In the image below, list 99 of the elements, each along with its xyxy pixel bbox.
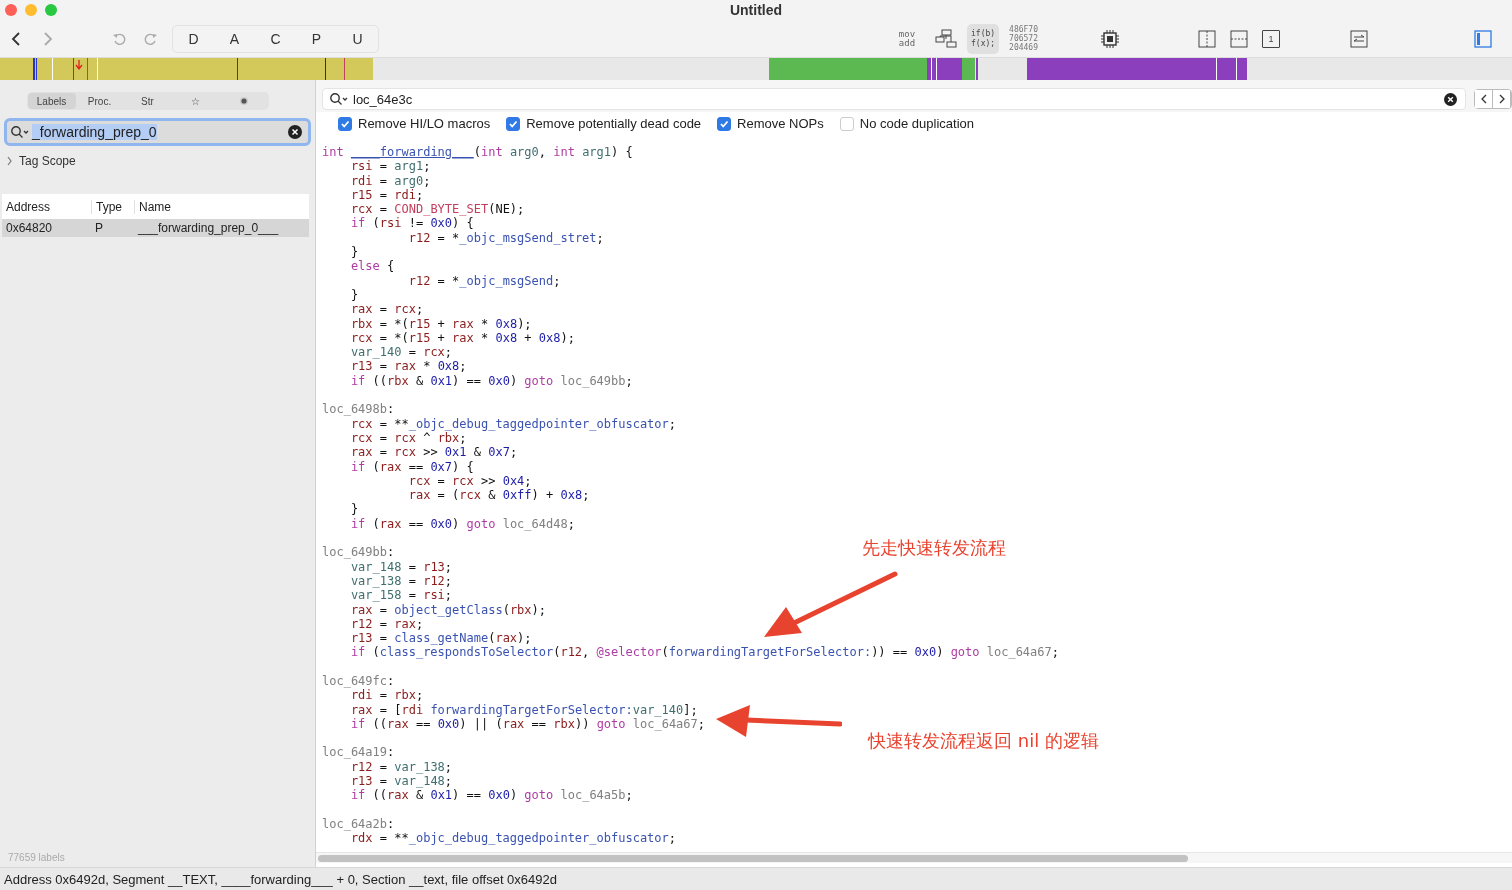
code-line: if ((rbx & 0x1) == 0x0) goto loc_649bb; — [350, 373, 633, 389]
status-bar: Address 0x6492d, Segment __TEXT, ____forwarding___ + 0, Section __text, file offset 0x6492d — [0, 867, 1512, 890]
search-icon[interactable] — [329, 92, 349, 106]
code-line: r12 = *_objc_msgSend_stret; — [408, 230, 604, 246]
code-line: r13 = rax * 0x8; — [350, 359, 467, 374]
option-label: No code duplication — [859, 116, 974, 131]
code-line: rcx = **_objc_debug_taggedpointer_obfuscator; — [350, 416, 677, 431]
code-line: if ((rax == 0x0) || (rax == rbx)) goto loc_64a67; — [350, 716, 706, 732]
split-vertical-icon[interactable] — [1198, 29, 1216, 48]
checkmark-icon — [340, 118, 350, 129]
asm-view-button[interactable]: mov add — [891, 23, 923, 54]
code-line: rax = rcx; — [350, 302, 424, 317]
code-line: r12 = *_objc_msgSend; — [408, 273, 561, 288]
code-line: loc_64a19: — [322, 745, 395, 760]
chip-icon[interactable] — [1100, 28, 1120, 49]
chevron-right-icon — [1497, 94, 1506, 104]
column-header[interactable]: Name — [134, 199, 309, 214]
previous-button[interactable] — [1475, 90, 1493, 108]
next-button[interactable] — [1493, 90, 1511, 108]
code-line: rdx = **_objc_debug_taggedpointer_obfuscator; — [350, 831, 677, 846]
chevron-left-icon — [1479, 94, 1488, 104]
code-line: var_138 = r12; — [350, 573, 453, 589]
code-line: rdi = rbx; — [350, 688, 424, 703]
code-line: r13 = class_getName(rax); — [350, 631, 532, 646]
code-line: if (rax == 0x7) { — [350, 459, 474, 474]
option-label: Remove HI/LO macros — [358, 116, 491, 131]
checkbox[interactable] — [506, 116, 521, 131]
single-view-button[interactable]: 1 — [1262, 29, 1280, 48]
code-line: rdi = arg0; — [350, 173, 431, 188]
option-label: Remove potentially dead code — [526, 116, 702, 131]
code-line: r12 = rax; — [350, 616, 424, 632]
column-header[interactable]: Address — [2, 199, 91, 214]
clear-icon[interactable] — [288, 125, 302, 139]
sidebar-tab[interactable]: ☆ — [171, 93, 220, 109]
code-line: rcx = COND_BYTE_SET(NE); — [350, 202, 525, 217]
toolbar-button[interactable]: U — [337, 25, 378, 52]
code-line: if ((rax & 0x1) == 0x0) goto loc_64a5b; — [350, 788, 633, 803]
horizontal-scrollbar[interactable] — [316, 852, 1512, 863]
checkbox[interactable] — [839, 116, 854, 131]
settings-icon[interactable] — [1350, 29, 1368, 48]
sidebar-tab[interactable]: Labels — [27, 93, 76, 109]
code-line: var_148 = r13; — [350, 559, 453, 574]
code-line: if (rsi != 0x0) { — [350, 216, 474, 231]
split-horizontal-icon[interactable] — [1230, 29, 1248, 48]
toolbar-button[interactable]: D — [173, 25, 214, 52]
column-header[interactable]: Type — [91, 199, 134, 214]
label-search-field[interactable]: _forwarding_prep_0 — [4, 118, 311, 146]
code-line: r12 = var_138; — [350, 759, 453, 775]
hex-view-button[interactable]: 486F70 706572 204469 — [1005, 23, 1042, 54]
chevron-icon — [6, 156, 14, 166]
option-label: Remove NOPs — [737, 116, 824, 131]
code-line: rbx = *(r15 + rax * 0x8); — [350, 316, 532, 331]
code-line: r15 = rdi; — [350, 187, 424, 203]
code-line: if (rax == 0x0) goto loc_64d48; — [350, 516, 575, 531]
clear-icon[interactable] — [1444, 92, 1457, 106]
code-line: } — [350, 245, 359, 260]
address-search-field[interactable]: loc_64e3c — [322, 88, 1466, 110]
checkmark-icon — [508, 118, 519, 129]
checkmark-icon — [719, 118, 730, 129]
close-window-button[interactable] — [5, 4, 17, 16]
code-line: var_158 = rsi; — [350, 588, 453, 603]
back-icon[interactable] — [10, 30, 22, 47]
pseudo-view-button[interactable]: if(b) f(x); — [967, 23, 1000, 54]
code-line: if (class_respondsToSelector(r12, @selector(forwardingTargetForSelector:)) == 0x0) goto loc_64a67; — [350, 645, 1059, 660]
dot-icon — [238, 96, 249, 106]
navigation-bar-drawing[interactable] — [0, 58, 1512, 80]
code-line: loc_6498b: — [322, 402, 395, 417]
toolbar-button[interactable]: P — [296, 25, 337, 52]
code-line: loc_649bb: — [322, 545, 395, 560]
code-line: rcx = rcx >> 0x4; — [408, 473, 532, 489]
sidebar-toggle-icon[interactable] — [1474, 29, 1492, 48]
toolbar-button[interactable]: A — [214, 25, 255, 52]
tag-scope-disclosure[interactable]: Tag Scope — [0, 146, 82, 168]
code-line: rax = (rcx & 0xff) + 0x8; — [408, 488, 590, 503]
label-count: 77659 labels — [7, 852, 66, 865]
code-line: rax = rcx >> 0x1 & 0x7; — [350, 445, 518, 460]
window-title: Untitled — [728, 2, 784, 18]
toolbar-button[interactable]: C — [255, 25, 296, 52]
sidebar-tab[interactable]: Str — [123, 93, 172, 109]
annotation-text: 先走快速转发流程 — [862, 541, 1006, 556]
checkbox[interactable] — [338, 116, 352, 131]
code-line: } — [350, 287, 359, 303]
code-line: rcx = rcx ^ rbx; — [350, 430, 467, 446]
code-line: } — [350, 502, 359, 517]
code-line: else { — [350, 259, 395, 274]
code-line: rax = [rdi forwardingTargetForSelector:var_140]; — [350, 702, 698, 717]
code-line: rax = object_getClass(rbx); — [350, 602, 546, 617]
search-icon[interactable] — [10, 125, 30, 139]
code-line: r13 = var_148; — [350, 774, 453, 789]
label-row[interactable]: 0x64820 P ___forwarding_prep_0___ — [2, 219, 309, 237]
code-line: loc_64a2b: — [322, 816, 395, 832]
code-line: var_140 = rcx; — [350, 345, 453, 360]
sidebar-tab[interactable]: Proc. — [75, 93, 124, 109]
code-line: rsi = arg1; — [350, 159, 431, 174]
code-line: int ____forwarding___(int arg0, int arg1) { — [322, 145, 633, 160]
code-line: loc_649fc: — [322, 674, 395, 689]
checkbox[interactable] — [717, 116, 732, 131]
code-line: rcx = *(r15 + rax * 0x8 + 0x8); — [350, 330, 575, 346]
annotation-text: 快速转发流程返回 nil 的逻辑 — [868, 734, 1099, 749]
